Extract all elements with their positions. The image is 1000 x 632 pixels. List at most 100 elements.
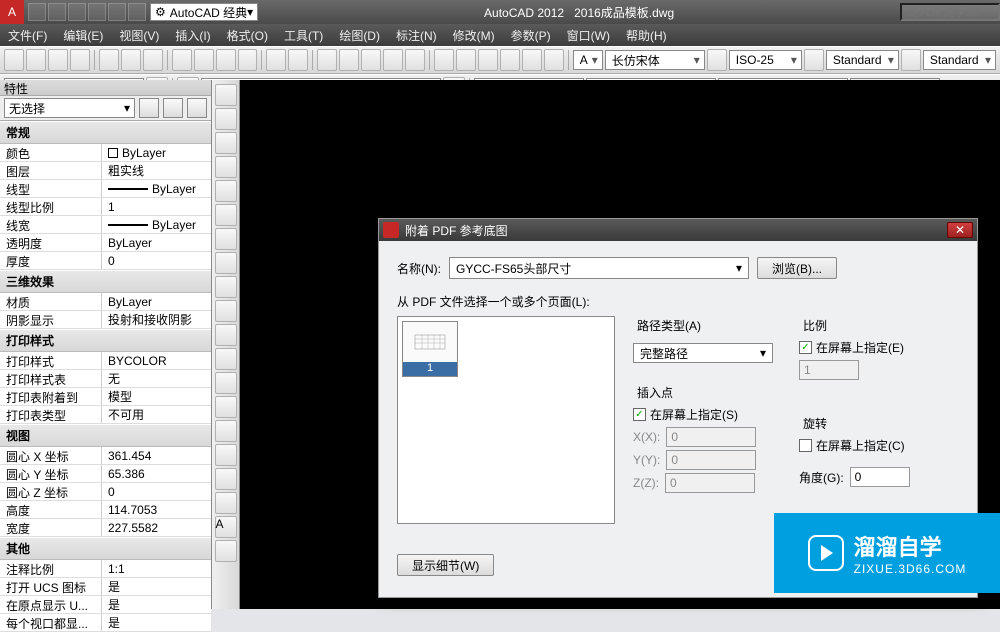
prop-row[interactable]: 材质ByLayer bbox=[0, 293, 211, 311]
prop-row[interactable]: 阴影显示投射和接收阴影 bbox=[0, 311, 211, 329]
point-tool-icon[interactable] bbox=[215, 396, 237, 418]
prop-row[interactable]: 颜色ByLayer bbox=[0, 144, 211, 162]
tablestyle1-combo[interactable]: Standard bbox=[826, 50, 899, 70]
rectangle-tool-icon[interactable] bbox=[215, 180, 237, 202]
browse-button[interactable]: 浏览(B)... bbox=[757, 257, 837, 279]
spline-tool-icon[interactable] bbox=[215, 276, 237, 298]
prop-value[interactable]: 227.5582 bbox=[102, 519, 211, 536]
std-dcenter-icon[interactable] bbox=[456, 49, 476, 71]
details-button[interactable]: 显示细节(W) bbox=[397, 554, 494, 576]
std-match-icon[interactable] bbox=[238, 49, 258, 71]
textstyle-combo[interactable]: 长仿宋体 bbox=[605, 50, 705, 70]
search-input[interactable] bbox=[900, 3, 1000, 21]
prop-row[interactable]: 打印表附着到模型 bbox=[0, 388, 211, 406]
std-pan-icon[interactable] bbox=[317, 49, 337, 71]
qat-undo-icon[interactable] bbox=[88, 3, 106, 21]
menu-window[interactable]: 窗口(W) bbox=[559, 27, 618, 44]
menu-tools[interactable]: 工具(T) bbox=[276, 27, 331, 44]
menu-view[interactable]: 视图(V) bbox=[111, 27, 167, 44]
menu-help[interactable]: 帮助(H) bbox=[618, 27, 675, 44]
prop-value[interactable]: ByLayer bbox=[102, 144, 211, 161]
textstyle-btn-icon[interactable] bbox=[707, 49, 727, 71]
std-zoomwin-icon[interactable] bbox=[361, 49, 381, 71]
prop-value[interactable]: 0 bbox=[102, 483, 211, 500]
section-header[interactable]: 视图 bbox=[0, 424, 211, 447]
std-plot-icon[interactable] bbox=[99, 49, 119, 71]
table-tool-icon[interactable] bbox=[215, 492, 237, 514]
mtext-tool-icon[interactable]: A bbox=[215, 516, 237, 538]
annoscale-combo[interactable]: A bbox=[573, 50, 603, 70]
prop-value[interactable]: 投射和接收阴影 bbox=[102, 311, 211, 328]
std-redo-icon[interactable] bbox=[288, 49, 308, 71]
revcloud-tool-icon[interactable] bbox=[215, 252, 237, 274]
prop-value[interactable]: 模型 bbox=[102, 388, 211, 405]
prop-row[interactable]: 每个视口都显...是 bbox=[0, 614, 211, 632]
prop-value[interactable]: 是 bbox=[102, 614, 211, 631]
prop-row[interactable]: 打印样式表无 bbox=[0, 370, 211, 388]
prop-value[interactable]: 是 bbox=[102, 596, 211, 613]
prop-row[interactable]: 在原点显示 U...是 bbox=[0, 596, 211, 614]
prop-row[interactable]: 打印样式BYCOLOR bbox=[0, 352, 211, 370]
prop-row[interactable]: 圆心 Z 坐标0 bbox=[0, 483, 211, 501]
angle-input[interactable] bbox=[850, 467, 910, 487]
line-tool-icon[interactable] bbox=[215, 84, 237, 106]
prop-row[interactable]: 线宽ByLayer bbox=[0, 216, 211, 234]
hatch-tool-icon[interactable] bbox=[215, 420, 237, 442]
prop-row[interactable]: 圆心 Y 坐标65.386 bbox=[0, 465, 211, 483]
menu-file[interactable]: 文件(F) bbox=[0, 27, 55, 44]
polygon-tool-icon[interactable] bbox=[215, 156, 237, 178]
std-copy-icon[interactable] bbox=[194, 49, 214, 71]
prop-row[interactable]: 图层粗实线 bbox=[0, 162, 211, 180]
std-ssm-icon[interactable] bbox=[500, 49, 520, 71]
section-header[interactable]: 打印样式 bbox=[0, 329, 211, 352]
qat-plot-icon[interactable] bbox=[128, 3, 146, 21]
close-icon[interactable]: ✕ bbox=[947, 222, 973, 238]
name-combo[interactable]: GYCC-FS65头部尺寸 bbox=[449, 257, 749, 279]
prop-value[interactable]: 粗实线 bbox=[102, 162, 211, 179]
menu-dim[interactable]: 标注(N) bbox=[388, 27, 445, 44]
std-zoom-icon[interactable] bbox=[339, 49, 359, 71]
qat-new-icon[interactable] bbox=[28, 3, 46, 21]
block-tool-icon[interactable] bbox=[215, 372, 237, 394]
quickselect-icon[interactable] bbox=[139, 98, 159, 118]
std-publish-icon[interactable] bbox=[143, 49, 163, 71]
polyline-tool-icon[interactable] bbox=[215, 132, 237, 154]
gradient-tool-icon[interactable] bbox=[215, 444, 237, 466]
std-undo-icon[interactable] bbox=[266, 49, 286, 71]
std-calc-icon[interactable] bbox=[544, 49, 564, 71]
std-new-icon[interactable] bbox=[4, 49, 24, 71]
dialog-titlebar[interactable]: 附着 PDF 参考底图 ✕ bbox=[379, 219, 977, 241]
dimstyle-combo[interactable]: ISO-25 bbox=[729, 50, 802, 70]
std-open-icon[interactable] bbox=[26, 49, 46, 71]
region-tool-icon[interactable] bbox=[215, 468, 237, 490]
menu-edit[interactable]: 编辑(E) bbox=[55, 27, 111, 44]
prop-value[interactable]: ByLayer bbox=[102, 216, 211, 233]
ellipse-tool-icon[interactable] bbox=[215, 300, 237, 322]
dimstyle-btn-icon[interactable] bbox=[804, 49, 824, 71]
prop-row[interactable]: 圆心 X 坐标361.454 bbox=[0, 447, 211, 465]
prop-value[interactable]: 0 bbox=[102, 252, 211, 269]
std-props-icon[interactable] bbox=[434, 49, 454, 71]
std-save-icon[interactable] bbox=[48, 49, 68, 71]
prop-row[interactable]: 打印表类型不可用 bbox=[0, 406, 211, 424]
prop-value[interactable]: 无 bbox=[102, 370, 211, 387]
qat-save-icon[interactable] bbox=[68, 3, 86, 21]
tablestyle2-combo[interactable]: Standard bbox=[923, 50, 996, 70]
menu-draw[interactable]: 绘图(D) bbox=[331, 27, 388, 44]
path-type-combo[interactable]: 完整路径 bbox=[633, 343, 773, 363]
prop-value[interactable]: 1:1 bbox=[102, 560, 211, 577]
pickadd-icon[interactable] bbox=[187, 98, 207, 118]
std-saveas-icon[interactable] bbox=[70, 49, 90, 71]
addselected-tool-icon[interactable] bbox=[215, 540, 237, 562]
prop-row[interactable]: 高度114.7053 bbox=[0, 501, 211, 519]
prop-value[interactable]: 361.454 bbox=[102, 447, 211, 464]
menu-modify[interactable]: 修改(M) bbox=[445, 27, 503, 44]
prop-value[interactable]: 是 bbox=[102, 578, 211, 595]
prop-value[interactable]: 114.7053 bbox=[102, 501, 211, 518]
circle-tool-icon[interactable] bbox=[215, 228, 237, 250]
menu-param[interactable]: 参数(P) bbox=[503, 27, 559, 44]
section-header[interactable]: 三维效果 bbox=[0, 270, 211, 293]
scale-onscreen-checkbox[interactable]: 在屏幕上指定(E) bbox=[799, 339, 959, 356]
section-header[interactable]: 其他 bbox=[0, 537, 211, 560]
menu-format[interactable]: 格式(O) bbox=[219, 27, 276, 44]
